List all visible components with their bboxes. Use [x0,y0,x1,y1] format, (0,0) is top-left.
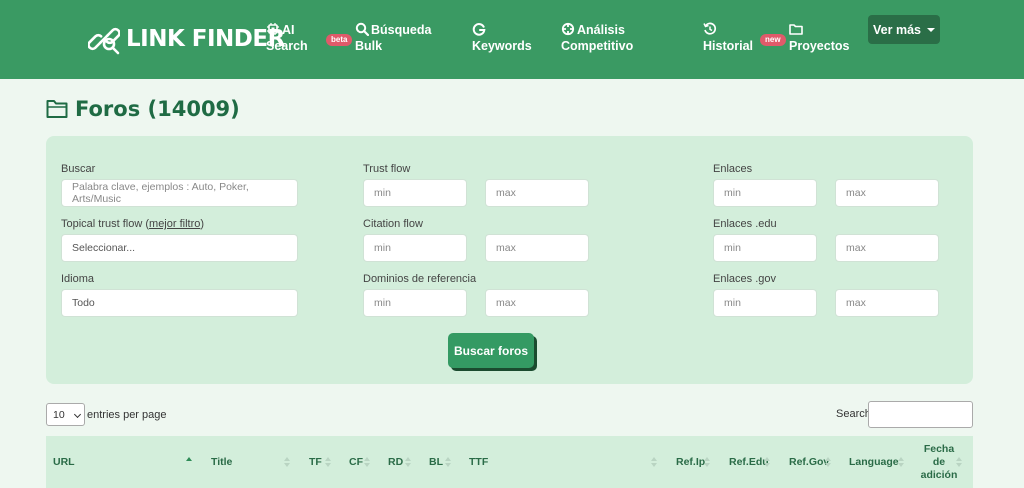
sort-icon [825,457,831,468]
caret-down-icon [926,27,935,32]
enlaces-edu-label: Enlaces .edu [713,218,777,230]
sort-icon [284,457,290,468]
buscar-foros-button[interactable]: Buscar foros [448,333,534,368]
google-icon [472,23,486,36]
idioma-select[interactable]: Todo [61,289,298,317]
ver-mas-label: Ver más [873,22,921,37]
column-header-rd[interactable]: RD [388,456,403,469]
history-icon [703,22,717,35]
enlaces-edu-min[interactable]: min [713,234,817,262]
idioma-label: Idioma [61,273,95,285]
sort-icon [445,457,451,468]
trust-flow-min[interactable]: min [363,179,467,207]
column-header-ref-gov[interactable]: Ref.Gov [789,456,829,469]
dominios-max[interactable]: max [485,289,589,317]
enlaces-min[interactable]: min [713,179,817,207]
chip-icon [267,23,279,35]
enlaces-gov-max[interactable]: max [835,289,939,317]
citation-flow-label: Citation flow [363,218,423,230]
sort-icon [956,457,962,468]
sort-icon [405,457,411,468]
topical-label-text: Topical trust flow ( [61,218,150,230]
chain-link-icon [88,27,120,55]
enlaces-gov-label: Enlaces .gov [713,273,776,285]
column-header-cf[interactable]: CF [349,456,363,469]
nav-analisis-line1: Análisis [577,23,625,37]
trust-flow-max[interactable]: max [485,179,589,207]
nav-busqueda-line1: Búsqueda [371,23,432,37]
sort-icon [325,457,331,468]
nav-keywords[interactable]: Keywords [472,22,532,54]
page-title: Foros (14009) [46,97,240,121]
column-header-tf[interactable]: TF [309,456,322,469]
column-header-title[interactable]: Title [211,456,232,469]
sort-icon [364,457,370,468]
chevron-down-icon [73,410,82,419]
column-header-ttf[interactable]: TTF [469,456,488,469]
page-size-select[interactable]: 10 [46,403,85,426]
folder-open-icon [46,100,68,118]
nav-keywords-label: Keywords [472,39,532,53]
topical-trust-flow-select[interactable]: Seleccionar... [61,234,298,262]
column-header-url[interactable]: URL [53,456,75,469]
topical-trust-flow-label: Topical trust flow (mejor filtro) [61,218,204,230]
column-header-language[interactable]: Language [849,456,899,469]
enlaces-gov-min[interactable]: min [713,289,817,317]
nav-historial[interactable]: Historial [703,22,753,54]
page-size-value: 10 [53,408,65,421]
column-header-ref-ip[interactable]: Ref.Ip [676,456,705,469]
sort-asc-icon [186,457,192,468]
nav-ai-search-line2: Search [266,39,308,53]
brand-logo[interactable]: LINK FINDER [88,23,285,55]
page-title-text: Foros (14009) [75,97,240,121]
mejor-filtro-link[interactable]: mejor filtro [149,218,200,230]
enlaces-edu-max[interactable]: max [835,234,939,262]
topical-label-close: ) [200,218,205,230]
column-header-bl[interactable]: BL [429,456,443,469]
buscar-input[interactable]: Palabra clave, ejemplos : Auto, Poker, A… [61,179,298,207]
enlaces-label: Enlaces [713,163,753,175]
ver-mas-dropdown[interactable]: Ver más [868,15,940,44]
citation-flow-min[interactable]: min [363,234,467,262]
nav-busqueda-line2: Bulk [355,39,383,53]
sort-icon [898,457,904,468]
buscar-label: Buscar [61,163,96,175]
crosshair-icon [561,22,575,36]
entries-label: entries per page [87,408,167,421]
citation-flow-max[interactable]: max [485,234,589,262]
entries-per-page: 10 entries per page [46,403,167,426]
folder-icon [789,24,803,35]
nav-ai-search-line1: AI [282,23,295,37]
search-icon [355,22,369,36]
dominios-min[interactable]: min [363,289,467,317]
nav-historial-label: Historial [703,39,754,53]
sort-icon [704,457,710,468]
nav-proyectos[interactable]: Proyectos [789,22,849,54]
sort-icon [764,457,770,468]
brand-name: LINK FINDER [126,26,285,52]
new-badge: new [760,34,786,46]
trust-flow-label: Trust flow [363,163,411,175]
table-search-input[interactable] [868,401,973,428]
nav-proyectos-label: Proyectos [789,39,850,53]
nav-busqueda-bulk[interactable]: Búsqueda Bulk [355,22,431,54]
nav-ai-search[interactable]: AI Search [266,22,308,54]
enlaces-max[interactable]: max [835,179,939,207]
beta-badge: beta [326,34,353,46]
top-navbar: LINK FINDER AI Search beta Búsqueda Bulk… [0,0,1024,79]
nav-analisis-line2: Competitivo [561,39,634,53]
sort-icon [651,457,657,468]
nav-analisis-competitivo[interactable]: Análisis Competitivo [561,22,633,54]
column-header-ref-edu[interactable]: Ref.Edu [729,456,769,469]
column-header-fecha[interactable]: Fecha de adición [919,443,959,482]
dominios-label: Dominios de referencia [363,273,477,285]
